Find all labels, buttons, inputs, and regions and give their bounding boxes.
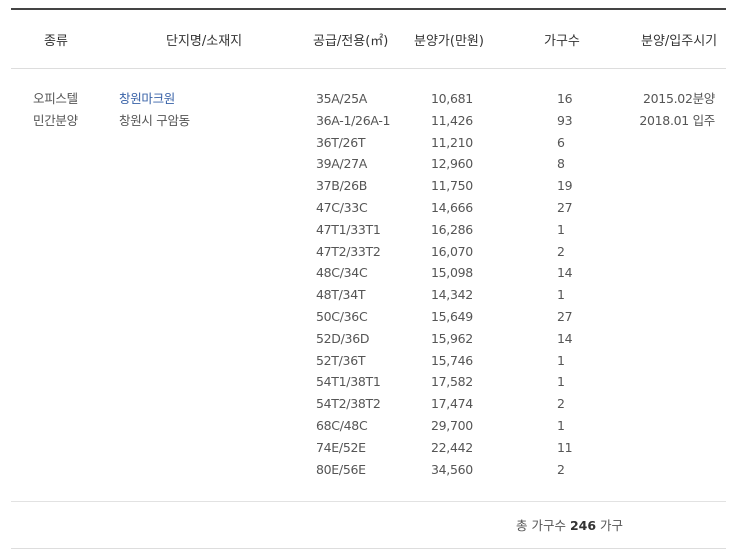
bottom-divider [11,548,726,549]
total-value: 246 [569,518,597,533]
unit-area: 54T1/38T1 [316,374,381,390]
total-suffix: 가구 [596,518,624,533]
unit-price: 29,700 [431,417,473,433]
type-cell: 오피스텔 민간분양 [33,88,78,132]
unit-households: 2 [557,396,565,412]
unit-area: 35A/25A [316,91,368,106]
unit-area: 48T/34T [316,287,366,303]
unit-households: 2 [557,461,565,477]
unit-households: 19 [557,178,573,194]
unit-households: 14 [557,265,573,281]
unit-area: 36A-1/26A-1 [316,112,391,128]
unit-area: 48C/34C [316,265,368,281]
unit-price: 16,070 [431,243,473,259]
price-column: 10,681 11,426 11,210 12,960 11,750 14,666 16,2… [431,88,473,480]
unit-price: 11,426 [431,112,473,128]
unit-price: 34,560 [431,461,473,477]
header-area: 공급/전용(㎡) [313,34,389,49]
price-list: 10,681 11,426 11,210 12,960 11,750 14,666 16,2… [431,88,473,480]
unit-area: 74E/52E [316,439,366,455]
complex-name-link[interactable]: 창원마크원 [119,88,190,110]
table-header: 종류 단지명/소재지 공급/전용(㎡) 분양가(만원) 가구수 분양/입주시기 [11,10,726,68]
unit-price: 15,962 [431,330,473,346]
unit-area: 52T/36T [316,352,366,368]
unit-households: 8 [557,156,565,172]
unit-area: 52D/36D [316,330,370,346]
unit-households: 1 [557,352,565,368]
unit-price: 15,746 [431,352,473,368]
unit-households: 27 [557,199,573,215]
unit-households: 2 [557,243,565,259]
unit-households: 14 [557,330,573,346]
unit-area: 47C/33C [316,199,368,215]
unit-households: 1 [557,221,565,237]
unit-area: 50C/36C [316,308,368,324]
unit-price: 17,582 [431,374,473,390]
unit-price: 12,960 [431,156,473,172]
property-type: 오피스텔 [33,91,78,106]
unit-area: 80E/56E [316,461,366,477]
complex-location: 창원시 구암동 [119,112,190,128]
unit-price: 11,210 [431,134,473,150]
header-households: 가구수 [544,34,580,49]
unit-price: 10,681 [431,91,473,106]
unit-price: 22,442 [431,439,473,455]
unit-households: 1 [557,374,565,390]
households-column: 16 93 6 8 19 27 1 2 14 1 27 14 1 1 2 1 11 2 [557,88,573,480]
sale-type: 민간분양 [33,112,78,128]
unit-area: 36T/26T [316,134,366,150]
total-prefix: 총 가구수 [516,518,570,533]
unit-price: 14,666 [431,199,473,215]
header-schedule: 분양/입주시기 [641,34,718,49]
header-type: 종류 [44,34,68,49]
area-list: 35A/25A 36A-1/26A-1 36T/26T 39A/27A 37B/26B 4… [316,88,391,480]
unit-price: 15,098 [431,265,473,281]
sale-date: 2015.02분양 [643,91,715,106]
header-divider [11,68,726,69]
unit-area: 37B/26B [316,178,368,194]
footer-divider [11,501,726,502]
unit-households: 27 [557,308,573,324]
unit-price: 14,342 [431,287,473,303]
unit-area: 47T2/33T2 [316,243,381,259]
unit-households: 1 [557,287,565,303]
unit-area: 47T1/33T1 [316,221,381,237]
header-price: 분양가(만원) [414,34,484,49]
unit-households: 16 [557,91,573,106]
header-complex: 단지명/소재지 [166,34,243,49]
unit-households: 11 [557,439,573,455]
complex-cell: 창원마크원 창원시 구암동 [119,88,190,132]
unit-area: 68C/48C [316,417,368,433]
unit-price: 16,286 [431,221,473,237]
unit-price: 17,474 [431,396,473,412]
unit-price: 15,649 [431,308,473,324]
households-list: 16 93 6 8 19 27 1 2 14 1 27 14 1 1 2 1 11 2 [557,88,573,480]
unit-area: 39A/27A [316,156,368,172]
unit-households: 93 [557,112,573,128]
unit-households: 1 [557,417,565,433]
unit-households: 6 [557,134,565,150]
unit-area: 54T2/38T2 [316,396,381,412]
housing-table: 종류 단지명/소재지 공급/전용(㎡) 분양가(만원) 가구수 분양/입주시기 … [11,8,726,551]
schedule-cell: 2015.02분양 2018.01 입주 [611,88,715,132]
unit-price: 11,750 [431,178,473,194]
total-households: 총 가구수 246 가구 [516,515,623,534]
move-in-date: 2018.01 입주 [639,112,715,128]
area-column: 35A/25A 36A-1/26A-1 36T/26T 39A/27A 37B/26B 4… [316,88,391,480]
